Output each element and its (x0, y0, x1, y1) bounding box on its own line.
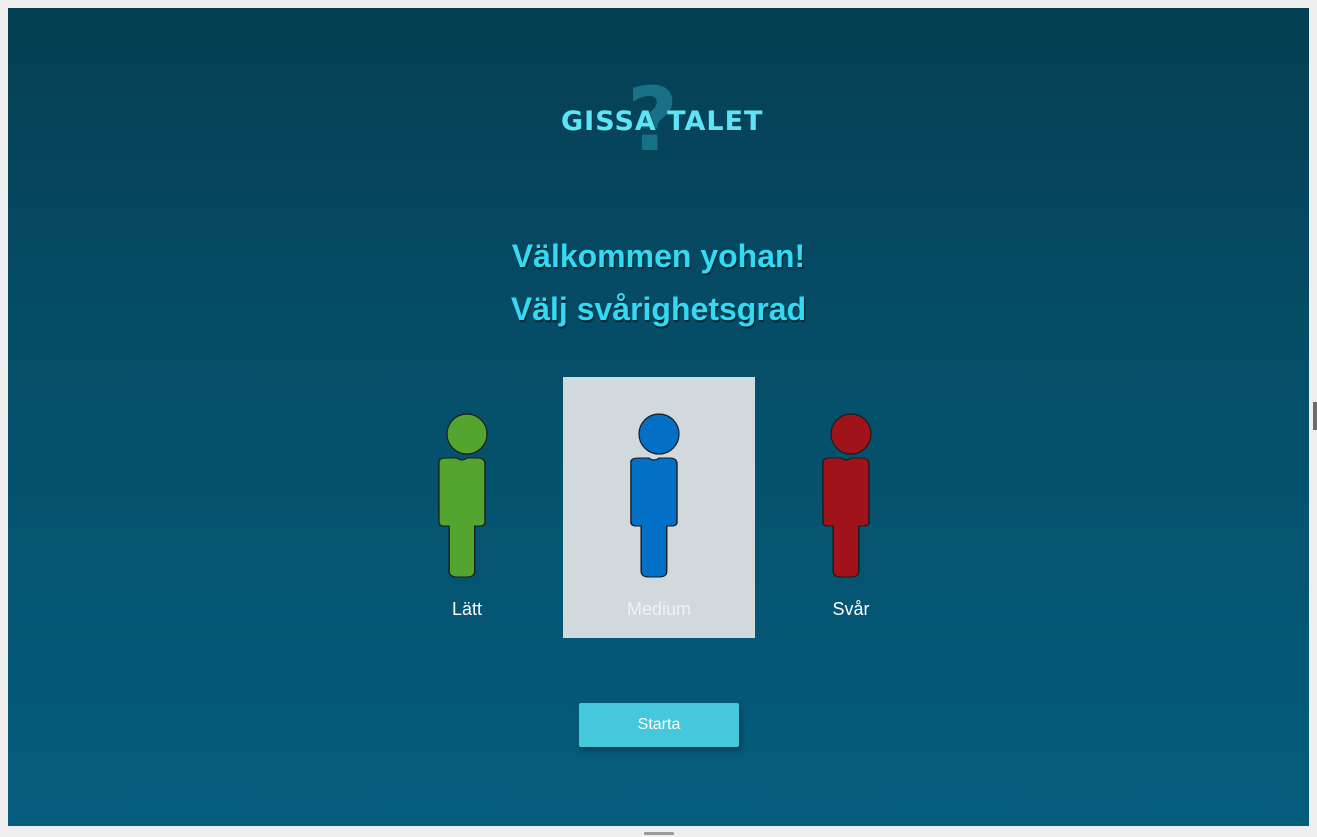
difficulty-medium[interactable]: Medium (563, 377, 755, 638)
edge-handle (1313, 402, 1317, 430)
difficulty-label-hard: Svår (832, 599, 870, 619)
choose-difficulty-heading: Välj svårighetsgrad (510, 291, 807, 327)
logo-text: GISSA TALET (561, 106, 764, 137)
logo: ? GISSA TALET (557, 76, 762, 168)
difficulty-easy[interactable]: Lätt (371, 377, 563, 638)
difficulty-label-easy: Lätt (451, 599, 483, 619)
resize-grip[interactable] (644, 832, 674, 835)
difficulty-label-medium: Medium (626, 599, 692, 619)
welcome-heading: Välkommen yohan! (511, 238, 806, 274)
difficulty-hard[interactable]: Svår (755, 377, 947, 638)
person-icon (630, 413, 680, 578)
person-icon (822, 413, 872, 578)
person-icon (438, 413, 488, 578)
start-button[interactable]: Starta (579, 703, 739, 747)
game-frame: ? GISSA TALET Välkommen yohan! Välj svår… (8, 8, 1309, 826)
